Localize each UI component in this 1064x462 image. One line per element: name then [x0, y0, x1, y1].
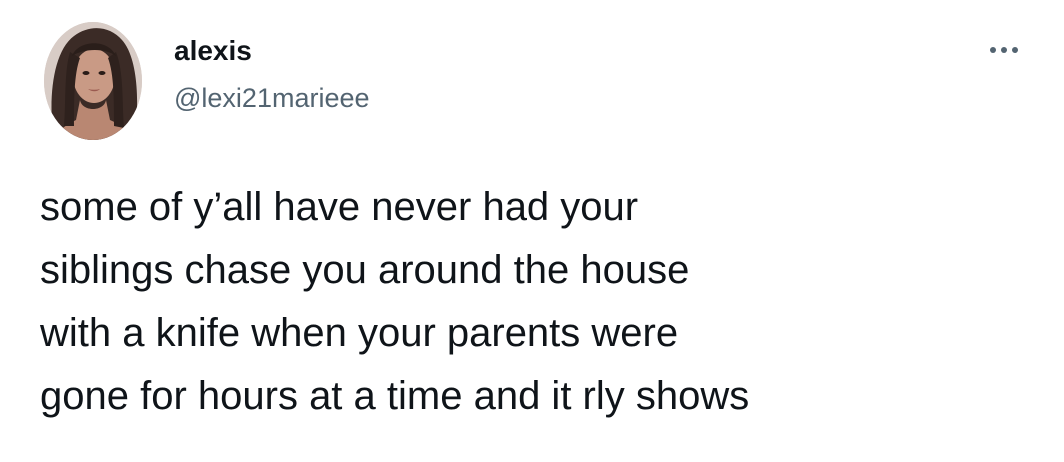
tweet-text: some of y’all have never had your siblin…: [40, 176, 1040, 428]
user-names: alexis @lexi21marieee: [174, 34, 370, 114]
avatar[interactable]: [44, 22, 142, 140]
profile-photo-icon: [44, 22, 142, 140]
more-options-button[interactable]: [984, 42, 1024, 58]
user-handle[interactable]: @lexi21marieee: [174, 82, 370, 114]
tweet-header: alexis @lexi21marieee: [44, 22, 1024, 140]
display-name[interactable]: alexis: [174, 34, 370, 68]
tweet-text-line: with a knife when your parents were: [40, 311, 679, 355]
more-options-icon: [990, 47, 1018, 53]
tweet-text-line: some of y’all have never had your: [40, 185, 639, 229]
tweet-text-line: siblings chase you around the house: [40, 248, 690, 292]
tweet-card: alexis @lexi21marieee some of y’all have…: [0, 0, 1064, 462]
tweet-text-line: gone for hours at a time and it rly show…: [40, 374, 750, 418]
